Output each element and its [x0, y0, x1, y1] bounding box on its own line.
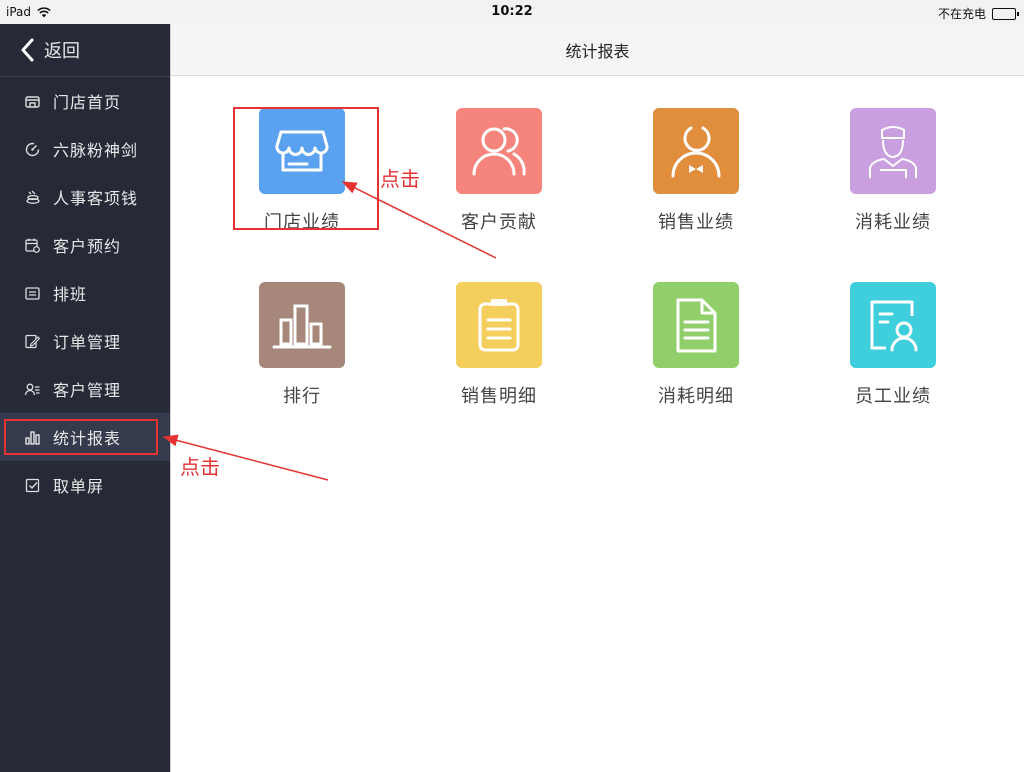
order-edit-icon — [25, 334, 41, 348]
tile-label: 员工业绩 — [855, 386, 931, 407]
sidebar-item-reports[interactable]: 统计报表 — [0, 413, 170, 461]
click-annotation-tile: 点击 — [380, 167, 420, 191]
sidebar-item-label: 统计报表 — [53, 429, 122, 448]
tile-consumption-performance[interactable]: 消耗业绩 — [818, 108, 968, 234]
tile-consumption-detail[interactable]: 消耗明细 — [621, 282, 771, 408]
tile-customer-contribution[interactable]: 客户贡献 — [424, 108, 574, 234]
chevron-left-icon — [21, 38, 34, 62]
tile-ranking[interactable]: 排行 — [227, 282, 377, 408]
battery-status: 不在充电 — [937, 7, 986, 21]
clock: 10:22 — [491, 4, 533, 19]
calendar-icon — [25, 238, 40, 253]
sidebar-item-label: 取单屏 — [53, 477, 105, 496]
tile-icon-box — [259, 282, 345, 368]
battery-icon — [992, 7, 1019, 20]
storefront-icon — [275, 130, 329, 172]
sidebar-item-label: 六脉粉神剑 — [53, 141, 139, 160]
tile-employee-performance[interactable]: 员工业绩 — [818, 282, 968, 408]
sidebar-item-store-home[interactable]: 门店首页 — [0, 77, 170, 125]
tile-label: 门店业绩 — [264, 212, 340, 233]
tile-icon-box — [456, 282, 542, 368]
tile-icon-box — [850, 282, 936, 368]
schedule-icon — [25, 286, 40, 300]
sidebar-item-customers[interactable]: 客户管理 — [0, 365, 170, 413]
bar-chart-icon — [25, 430, 40, 445]
tile-label: 销售明细 — [461, 386, 537, 407]
sidebar-item-schedule[interactable]: 排班 — [0, 269, 170, 317]
sidebar-divider — [170, 24, 171, 772]
sidebar-item-liumai[interactable]: 六脉粉神剑 — [0, 125, 170, 173]
customer-list-icon — [24, 383, 40, 395]
waiter-icon — [671, 126, 721, 178]
checkbox-icon — [25, 478, 40, 492]
tile-label: 客户贡献 — [461, 212, 537, 233]
sidebar-item-label: 门店首页 — [53, 93, 122, 112]
store-icon — [25, 95, 40, 108]
tile-icon-box — [653, 108, 739, 194]
users-icon — [472, 127, 526, 176]
click-annotation-sidebar: 点击 — [180, 455, 220, 479]
employee-card-icon — [870, 300, 918, 352]
sidebar-item-label: 客户预约 — [53, 237, 122, 256]
tile-label: 消耗业绩 — [855, 212, 931, 233]
back-label: 返回 — [44, 41, 80, 62]
sidebar-item-pickup-screen[interactable]: 取单屏 — [0, 461, 170, 509]
tile-icon-box — [456, 108, 542, 194]
sidebar: 返回 门店首页 六脉粉神剑 人事客项钱 客户预约 排班 订单管理 客户管理 统计… — [0, 24, 170, 772]
tile-sales-detail[interactable]: 销售明细 — [424, 282, 574, 408]
tile-label: 消耗明细 — [658, 386, 734, 407]
coins-icon — [26, 190, 40, 204]
gauge-icon — [25, 142, 40, 156]
tile-sales-performance[interactable]: 销售业绩 — [621, 108, 771, 234]
sidebar-item-label: 客户管理 — [53, 381, 122, 400]
tile-icon-box — [653, 282, 739, 368]
sidebar-item-orders[interactable]: 订单管理 — [0, 317, 170, 365]
tile-icon-box — [850, 108, 936, 194]
sidebar-item-label: 订单管理 — [53, 333, 122, 352]
tile-label: 销售业绩 — [658, 212, 734, 233]
page-header: 统计报表 — [171, 24, 1024, 76]
tile-store-performance[interactable]: 门店业绩 — [227, 108, 377, 234]
sidebar-item-appointment[interactable]: 客户预约 — [0, 221, 170, 269]
clipboard-icon — [478, 299, 520, 352]
page-title: 统计报表 — [565, 41, 630, 61]
sidebar-item-renshi[interactable]: 人事客项钱 — [0, 173, 170, 221]
back-button[interactable]: 返回 — [0, 24, 170, 77]
sidebar-item-label: 排班 — [53, 285, 88, 304]
chef-icon — [869, 126, 917, 178]
document-icon — [676, 298, 717, 353]
ranking-bars-icon — [272, 304, 332, 349]
status-bar: iPad 10:22 不在充电 — [0, 0, 1024, 24]
tile-label: 排行 — [283, 386, 321, 407]
tile-icon-box — [259, 108, 345, 194]
sidebar-item-label: 人事客项钱 — [53, 189, 139, 208]
